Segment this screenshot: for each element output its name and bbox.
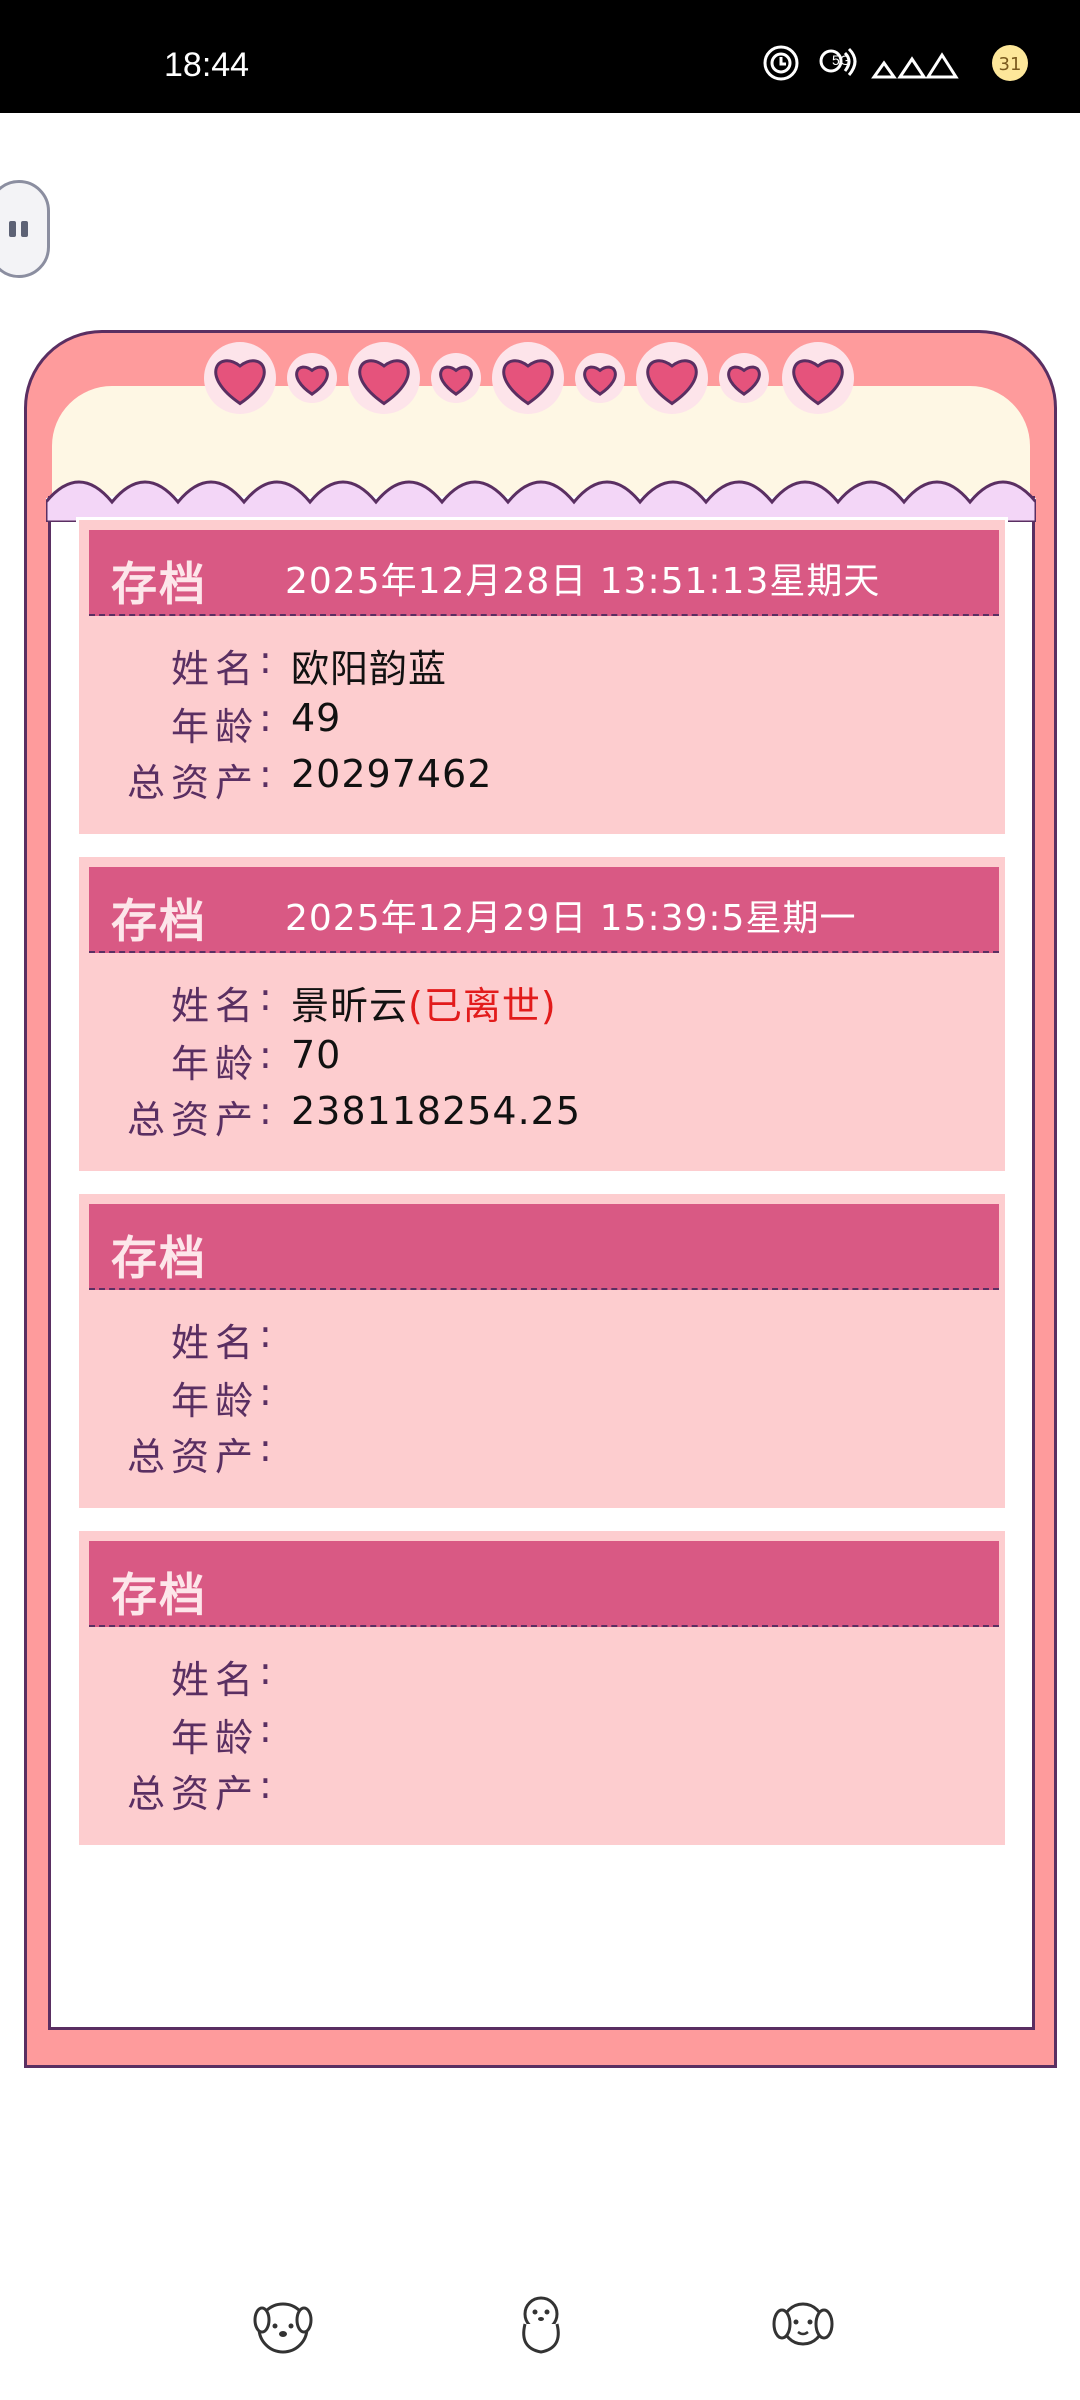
heart-decoration [204,342,854,414]
save-slot-title: 存档 [111,557,207,611]
assets-label: 总资产 [126,1098,259,1142]
name-row: 姓名: [79,1649,291,1704]
puppy-head-icon[interactable] [768,2290,838,2360]
save-slot-title: 存档 [111,1568,207,1622]
name-label: 姓名 [170,1658,259,1702]
save-slot-header: 存档 [89,1204,999,1290]
save-slot-date: 2025年12月28日 13:51:13星期天 [285,561,881,602]
name-label: 姓名 [170,647,259,691]
assets-row: 总资产: [79,1763,291,1818]
assets-label: 总资产 [126,1772,259,1816]
save-slot-date: 2025年12月29日 15:39:5星期一 [285,898,857,939]
deceased-tag: (已离世) [408,984,557,1028]
age-value: 70 [291,1033,342,1077]
wifi-icon [814,43,860,83]
age-row: 年龄: [79,1370,291,1425]
name-row: 姓名: 景昕云(已离世) [79,975,557,1030]
assets-value: 238118254.25 [291,1089,582,1133]
age-label: 年龄 [170,1042,259,1086]
hotspot-icon [758,43,804,83]
assets-label: 总资产 [126,761,259,805]
floating-assistant-button[interactable] [0,180,50,278]
save-slot-header: 存档 2025年12月29日 15:39:5星期一 [89,867,999,953]
battery-level: 31 [999,54,1022,75]
name-label: 姓名 [170,1321,259,1365]
assets-row: 总资产: 238118254.25 [79,1089,581,1144]
save-slot-title: 存档 [111,894,207,948]
assets-label: 总资产 [126,1435,259,1479]
save-slot-4[interactable]: 存档 姓名: 年龄: 总资产: [76,1528,1008,1848]
scallop-trim [46,480,1036,522]
signal-icon [870,43,970,83]
name-label: 姓名 [170,984,259,1028]
age-label: 年龄 [170,1716,259,1760]
age-row: 年龄: 70 [79,1033,341,1088]
assets-row: 总资产: 20297462 [79,752,492,807]
age-label: 年龄 [170,1379,259,1423]
status-icons: 31 [758,38,1040,88]
age-value: 49 [291,696,342,740]
name-row: 姓名: [79,1312,291,1367]
name-row: 姓名: 欧阳韵蓝 [79,638,447,693]
status-time: 18:44 [164,46,250,84]
battery-icon: 31 [980,43,1040,83]
age-row: 年龄: 49 [79,696,341,751]
save-slot-2[interactable]: 存档 2025年12月29日 15:39:5星期一 姓名: 景昕云(已离世) 年… [76,854,1008,1174]
save-slot-header: 存档 2025年12月28日 13:51:13星期天 [89,530,999,616]
name-value: 欧阳韵蓝 [291,647,448,691]
age-row: 年龄: [79,1707,291,1762]
status-bar: 18:44 5G 31 [0,0,1080,113]
assets-value: 20297462 [291,752,493,796]
age-label: 年龄 [170,705,259,749]
save-slot-header: 存档 [89,1541,999,1627]
name-value: 景昕云(已离世) [291,984,557,1028]
save-slot-1[interactable]: 存档 2025年12月28日 13:51:13星期天 姓名: 欧阳韵蓝 年龄: … [76,517,1008,837]
save-slot-title: 存档 [111,1231,207,1285]
puppy-sitting-icon[interactable] [506,2290,576,2360]
save-slot-3[interactable]: 存档 姓名: 年龄: 总资产: [76,1191,1008,1511]
puppy-face-icon[interactable] [248,2290,318,2360]
assets-row: 总资产: [79,1426,291,1481]
